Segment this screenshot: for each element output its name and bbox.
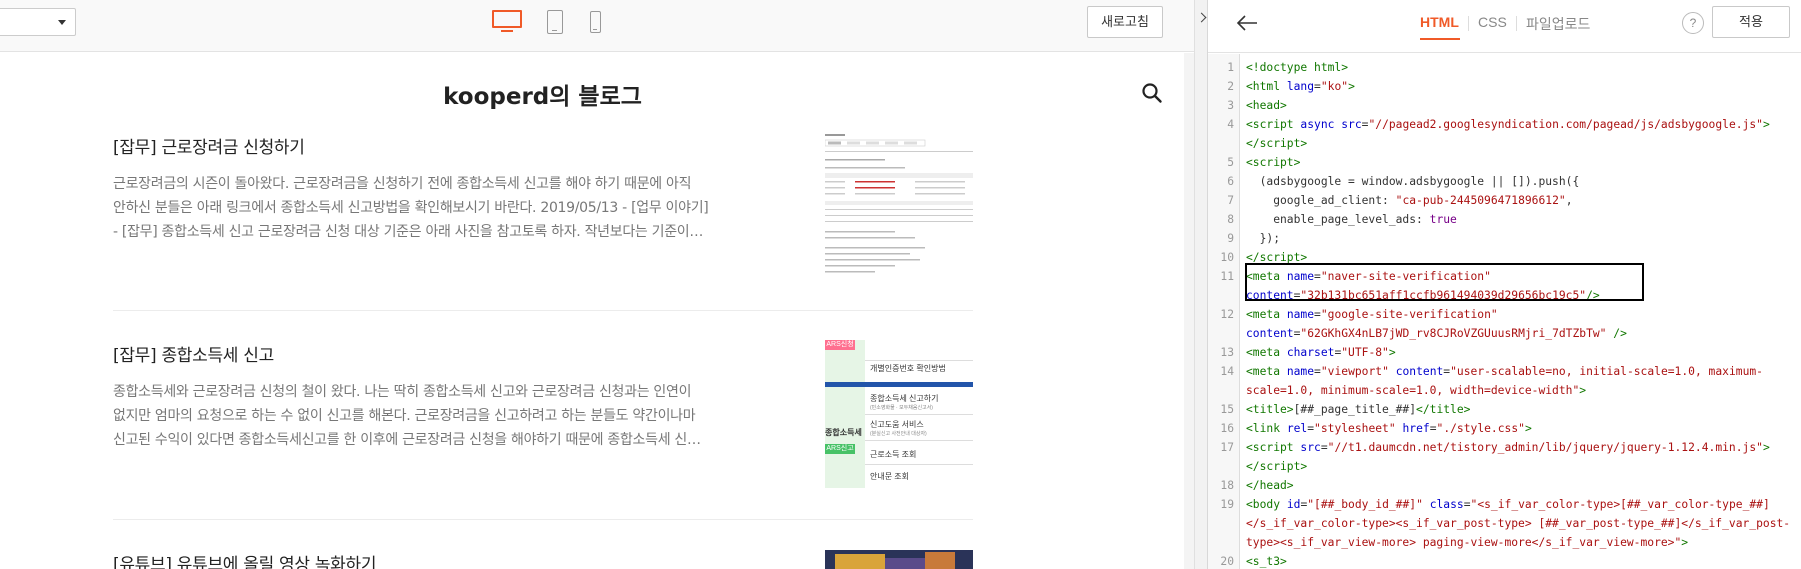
excerpt-line: 안하신 분들은 아래 링크에서 종합소득세 신고방법을 확인해보시기 바란다. … [113,200,709,216]
excerpt-line: 근로장려금의 시즌이 돌아왔다. 근로장려금을 신청하기 전에 종합소득세 신고… [113,176,692,192]
excerpt-line: - [잡무] 종합소득세 신고 근로장려금 신청 대상 기준은 아래 사진을 참… [113,224,704,240]
thumb-text: 안내문 조회 [870,472,910,481]
excerpt-line: 없지만 엄마의 요청으로 하는 수 없이 신고를 해본다. 근로장려금을 신고하… [113,408,696,424]
tablet-icon[interactable] [547,10,563,34]
chevron-down-icon [58,20,66,25]
thumb-text: 종합소득세 [825,428,862,437]
editor-pane: HTML CSS 파일업로드 ? 적용 1 <!doctype html> 2 <h… [1208,0,1801,569]
tab-separator [1516,16,1517,31]
panel-splitter[interactable] [1194,0,1208,569]
post-thumbnail[interactable]: ARS신청 개별인증번호 확인방법 종합소득세 신고하기 (민소영화물 · 모두… [825,340,973,488]
thumb-text: 종합소득세 신고하기 [870,394,939,403]
post-excerpt: 근로장려금의 시즌이 돌아왔다. 근로장려금을 신청하기 전에 종합소득세 신고… [113,172,748,244]
desktop-icon[interactable] [492,10,522,32]
preview-scrollbar[interactable] [1184,53,1194,569]
active-tab-indicator [1420,38,1460,40]
post-thumbnail[interactable] [825,550,973,569]
post-thumbnail[interactable] [825,131,973,279]
tab-html[interactable]: HTML [1420,14,1459,30]
excerpt-line: 종합소득세와 근로장려금 신청의 철이 왔다. 나는 딱히 종합소득세 신고와 … [113,384,692,400]
blog-preview: kooperd의 블로그 [잡무] 근로장려금 신청하기 근로장려금의 시즌이 … [0,53,1194,569]
code-content[interactable]: 1 <!doctype html> 2 <html lang="ko"> 3 <hea… [1208,58,1801,569]
thumb-text: 근로소득 조회 [870,450,917,459]
help-icon[interactable]: ? [1682,12,1704,34]
thumb-text: (분실신고 사전안내 대상자) [870,431,927,437]
back-arrow-icon[interactable] [1236,14,1258,32]
thumb-text: 신고도움 서비스 [870,420,924,429]
ars-tag: ARS신청 [825,340,855,350]
preview-toolbar: 새로고침 [0,0,1194,52]
tab-css[interactable]: CSS [1478,14,1507,30]
ars-tag: ARS신고 [825,444,855,454]
post-divider [113,310,973,311]
search-icon[interactable] [1141,82,1163,104]
chevron-right-icon[interactable] [1196,12,1207,23]
post-excerpt: 종합소득세와 근로장려금 신청의 철이 왔다. 나는 딱히 종합소득세 신고와 … [113,380,748,452]
skin-editor-window: 새로고침 kooperd의 블로그 [잡무] 근로장려금 신청하기 근로장려금의… [0,0,1801,569]
tab-file-upload[interactable]: 파일업로드 [1526,14,1590,34]
page-select-dropdown[interactable] [0,8,76,36]
apply-button[interactable]: 적용 [1712,6,1790,38]
highlight-box [1245,263,1644,301]
thumb-text: 개별인증번호 확인방법 [870,364,946,373]
blog-title[interactable]: kooperd의 블로그 [0,77,1085,111]
phone-icon[interactable] [590,11,601,33]
code-editor[interactable]: 1 <!doctype html> 2 <html lang="ko"> 3 <hea… [1208,54,1801,569]
post-divider [113,519,973,520]
editor-toolbar: HTML CSS 파일업로드 ? 적용 [1208,0,1801,53]
refresh-button[interactable]: 새로고침 [1087,6,1163,38]
preview-pane: 새로고침 kooperd의 블로그 [잡무] 근로장려금 신청하기 근로장려금의… [0,0,1194,569]
tab-separator [1468,16,1469,31]
thumb-text: (민소영화물 · 모두채움신고서) [870,405,933,411]
excerpt-line: 신고된 수익이 있다면 종합소득세신고를 한 이후에 근로장려금 신청을 해야하… [113,432,701,448]
